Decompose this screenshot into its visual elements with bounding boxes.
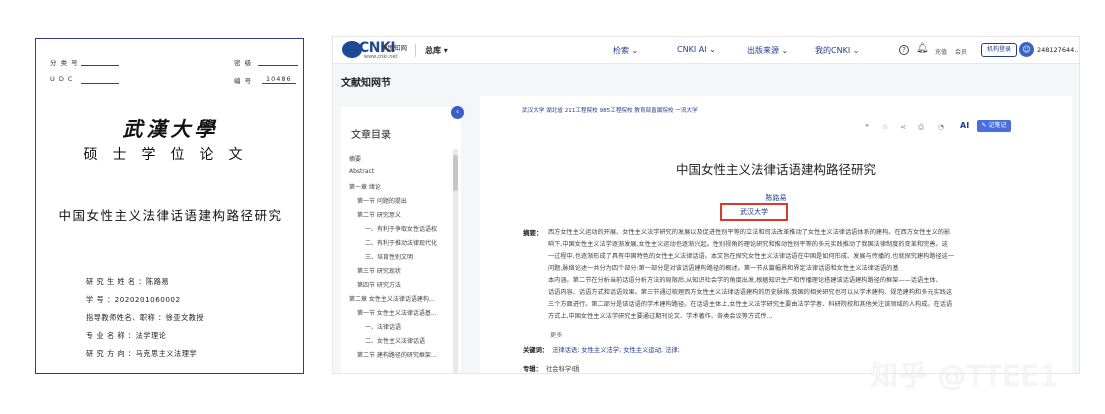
abstract-line: 问题,脉络论述一共分为四个部分:第一部分是对该话语建构路径的概述。第一节从篇幅界… (548, 265, 899, 272)
toc-item[interactable]: 二、女性主义法律话语 (365, 336, 425, 345)
thesis-cover: 分 类 号 密 级 U D C 编 号 10486 武漢大學 硕士学位论文 中国… (35, 38, 304, 374)
page-heading: 文献知网节 (341, 78, 391, 89)
nav-cnki-ai[interactable]: CNKI AI ⌄ (677, 45, 716, 54)
toc-item[interactable]: 摘要 (349, 154, 361, 163)
nav-search[interactable]: 检索 ⌄ (613, 45, 638, 56)
university-logo: 武漢大學 (122, 117, 219, 141)
help-icon[interactable]: ? (899, 45, 909, 55)
abstract-line: 西方女性主义运动的开展、女性主义法学研究的发展以及促进性别平等的立法和司法改革推… (548, 229, 951, 236)
take-note-button[interactable]: ✎ 记笔记 (977, 120, 1011, 132)
member-label[interactable]: 会员 (955, 47, 967, 56)
recharge-link[interactable]: 充值 (935, 47, 947, 56)
more-link[interactable]: 更多 (550, 330, 562, 339)
abstract-line: 三个方面进行。第二部分是该话语的学术建构路径。在话语主体上,女性主义法学研究主要… (548, 301, 953, 308)
secret-label: 密 级 (234, 59, 253, 67)
toc-item[interactable]: 第一章 绪论 (349, 182, 381, 191)
institution-login-button[interactable]: 机构登录 (981, 43, 1017, 57)
info-student: 研 究 生 姓 名 ：陈路易 (86, 277, 170, 286)
abstract-line: 一过程中,也逐渐形成了具有中国特色的女性主义法律话语。本文旨在探究女性主义法律话… (548, 253, 955, 260)
toc-panel: 文章目录 摘要 Abstract 第一章 绪论 第一节 问题的提出 第二节 研究… (341, 107, 461, 373)
abstract-line: 响下,中国女性主义法学逐渐发展,女性主义运动也逐渐兴起。性别视角的理论研究和推动… (548, 241, 948, 248)
info-direction: 研 究 方 向 ：马克思主义法理学 (86, 349, 198, 358)
info-student-id: 学 号 ：2020201060002 (86, 295, 181, 304)
zhihu-watermark: 知乎 @TTEE1 (870, 359, 1059, 392)
cnki-logo-url: www.cnki.net (364, 54, 398, 60)
nav-my-cnki[interactable]: 我的CNKI ⌄ (815, 45, 859, 56)
abstract-line: 本内涵。第二节在分析当前话语分析方法的局限后,从知识社会学的角度出发,根据知识生… (548, 277, 942, 284)
author-link[interactable]: 陈路易 (480, 193, 1072, 203)
user-avatar-icon[interactable]: ☺ (1019, 42, 1034, 57)
article-title: 中国女性主义法律话语建构路径研究 (675, 162, 876, 177)
class-no-line (81, 65, 119, 66)
collapse-toc-icon[interactable]: ‹ (451, 106, 464, 119)
cnki-logo-chinese: 中国知网 (381, 44, 407, 52)
info-major: 专 业 名 称 ：法学理论 (86, 331, 167, 340)
abstract-line: 话语内容、话语方式和话语效果。第三节通过梳理西方女性主义法律话语建构的历史脉络,… (548, 289, 953, 296)
toc-item[interactable]: 一、法律话语 (365, 322, 401, 331)
toc-item[interactable]: 三、培育性别文明 (365, 252, 413, 261)
library-dropdown[interactable]: 总库 ▾ (425, 45, 448, 56)
toc-item[interactable]: 第一节 问题的提出 (357, 196, 407, 205)
toc-item[interactable]: 第二节 研究意义 (357, 210, 401, 219)
affiliation-link[interactable]: 武汉大学 (720, 207, 788, 217)
udc-label: U D C (50, 75, 74, 83)
source-institution[interactable]: 武汉大学 湖北省 211工程院校 985工程院校 教育部直属院校 一流大学 (522, 106, 698, 114)
toc-item[interactable]: 第四节 研究方法 (357, 280, 401, 289)
quote-icon[interactable]: ❝ (862, 122, 872, 132)
user-id[interactable]: 248127644... (1037, 46, 1079, 54)
keywords-label: 关键词： (523, 347, 549, 354)
toc-item[interactable]: 第二节 建构路径的研究框架... (357, 350, 437, 359)
top-bar: CNKI 中国知网 www.cnki.net 总库 ▾ 检索 ⌄ CNKI AI… (333, 37, 1079, 64)
abstract-label: 摘要： (523, 229, 543, 237)
ai-icon[interactable]: AI (960, 121, 969, 130)
article-panel: 武汉大学 湖北省 211工程院校 985工程院校 教育部直属院校 一流大学 ❝ … (480, 96, 1072, 373)
keywords-links[interactable]: 法律话语; 女性主义法学; 女性主义运动; 法律; (552, 345, 680, 354)
toc-item[interactable]: 二、有利于推动法律现代化 (365, 238, 437, 247)
info-advisor: 指导教师姓名、职称 ：徐亚文教授 (86, 313, 205, 322)
share-icon[interactable]: ⋖ (898, 122, 908, 132)
serial-label: 编 号 (234, 77, 253, 85)
udc-line (81, 83, 119, 84)
serial-value: 10486 (262, 75, 296, 84)
toc-item[interactable]: Abstract (349, 168, 374, 175)
notify-icon[interactable]: ◔ (936, 122, 946, 132)
toc-title: 文章目录 (351, 130, 391, 141)
toc-item[interactable]: 一、有利于争取女性话语权 (365, 224, 437, 233)
toc-item[interactable]: 第二章 女性主义法律话语建构... (349, 294, 435, 303)
secret-line (258, 65, 298, 66)
abstract-line: 方式上,中国女性主义法学研究主要通过期刊论文、学术著作、各类会议等方式传... (548, 313, 773, 320)
favorite-icon[interactable]: ☆ (880, 122, 890, 132)
nav-publish-source[interactable]: 出版来源 ⌄ (747, 45, 788, 56)
toc-item[interactable]: 第三节 研究现状 (357, 266, 401, 275)
divider (415, 44, 416, 57)
thesis-title: 中国女性主义法律话语建构路径研究 (58, 208, 283, 223)
bell-icon[interactable]: 🔔︎ (916, 43, 929, 54)
toc-scroll-thumb[interactable] (453, 155, 458, 191)
topic-value: 社会科学Ⅰ辑 (546, 366, 580, 373)
class-no-label: 分 类 号 (50, 59, 79, 67)
print-icon[interactable]: ⎙ (916, 122, 926, 132)
topic-label: 专辑： (523, 366, 542, 373)
toc-item[interactable]: 第一节 女性主义法律话语基... (357, 308, 437, 317)
cnki-window: CNKI 中国知网 www.cnki.net 总库 ▾ 检索 ⌄ CNKI AI… (332, 36, 1080, 374)
degree-heading: 硕士学位论文 (83, 147, 258, 163)
